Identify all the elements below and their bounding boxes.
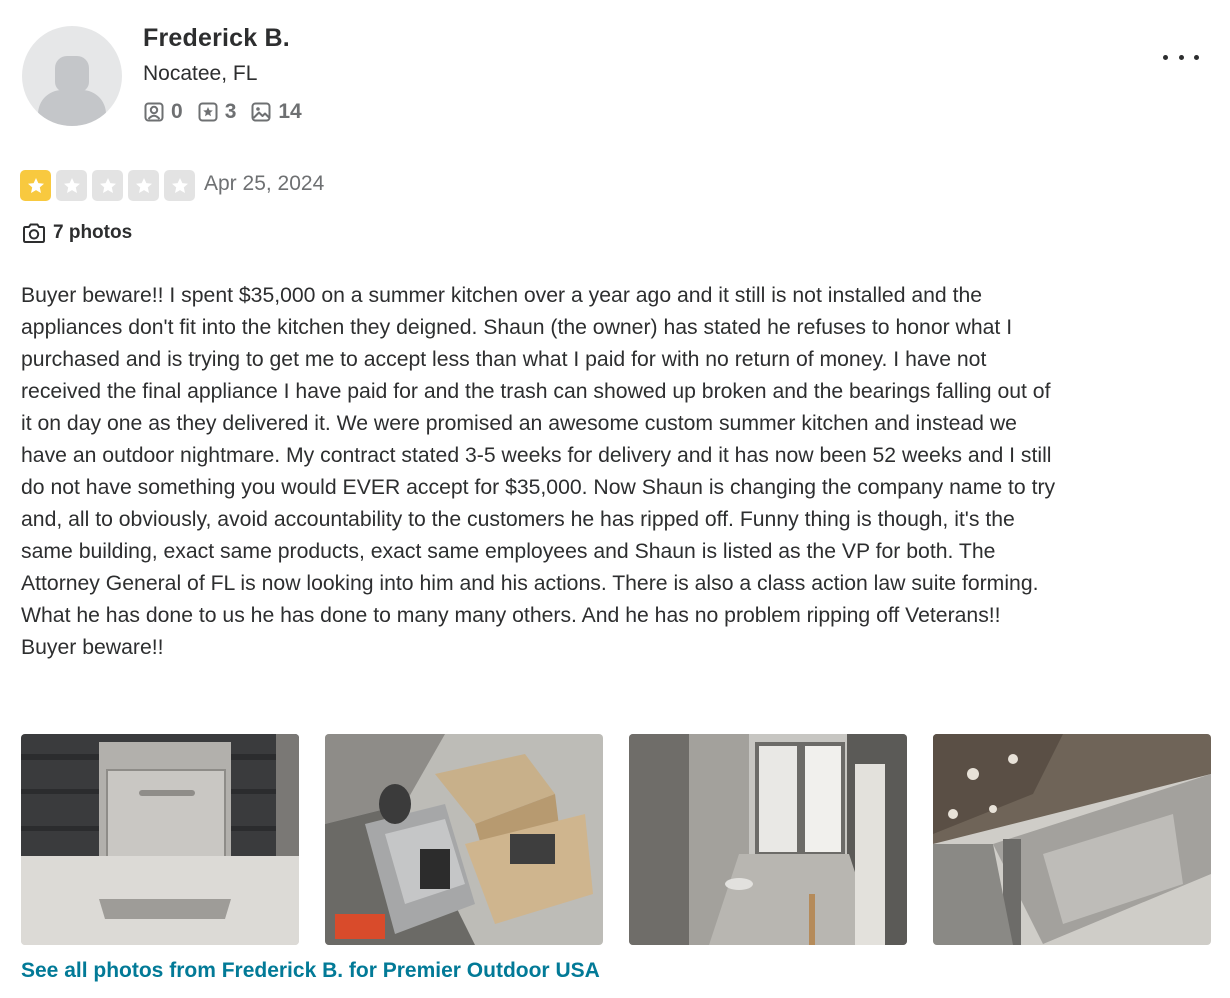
review-photo-1[interactable] bbox=[21, 734, 299, 945]
reviews-count: 3 bbox=[224, 100, 237, 123]
review-photo-3-image bbox=[629, 734, 907, 945]
review-photo-2[interactable] bbox=[325, 734, 603, 945]
star-rating bbox=[20, 170, 200, 201]
review-photo-4-image bbox=[933, 734, 1211, 945]
photo-count-label: 7 photos bbox=[53, 222, 133, 243]
star-empty-icon bbox=[92, 170, 123, 201]
friends-icon bbox=[144, 102, 164, 122]
star-empty-icon bbox=[164, 170, 195, 201]
see-all-photos-link[interactable]: See all photos from Frederick B. for Pre… bbox=[21, 959, 600, 983]
more-options-icon bbox=[1178, 54, 1184, 60]
photo-count-link[interactable]: 7 photos bbox=[22, 222, 132, 244]
more-options-button[interactable] bbox=[1163, 48, 1199, 66]
photos-count: 14 bbox=[278, 100, 302, 123]
friends-count: 0 bbox=[171, 100, 183, 123]
star-empty-icon bbox=[128, 170, 159, 201]
avatar-silhouette-body bbox=[38, 90, 106, 126]
review-text: Buyer beware!! I spent $35,000 on a summ… bbox=[21, 284, 1056, 659]
more-options-icon bbox=[1163, 54, 1168, 60]
star-empty-icon bbox=[56, 170, 87, 201]
review-date: Apr 25, 2024 bbox=[204, 172, 325, 195]
user-stats: 0 3 14 bbox=[143, 100, 316, 124]
photo-icon bbox=[251, 102, 271, 122]
star-filled-icon bbox=[20, 170, 51, 201]
review-photo-1-image bbox=[21, 734, 299, 945]
user-location: Nocatee, FL bbox=[143, 62, 258, 85]
review-photo-4[interactable] bbox=[933, 734, 1211, 945]
review-star-icon bbox=[198, 102, 218, 122]
review-photo-2-image bbox=[325, 734, 603, 945]
camera-icon bbox=[23, 223, 45, 243]
more-options-icon bbox=[1194, 54, 1199, 60]
user-avatar[interactable] bbox=[22, 26, 122, 126]
reviews-stat: 3 bbox=[197, 100, 237, 124]
avatar-silhouette-head bbox=[55, 56, 89, 92]
photos-stat: 14 bbox=[250, 100, 302, 124]
friends-stat: 0 bbox=[143, 100, 183, 124]
review-photo-3[interactable] bbox=[629, 734, 907, 945]
user-name[interactable]: Frederick B. bbox=[143, 24, 290, 53]
